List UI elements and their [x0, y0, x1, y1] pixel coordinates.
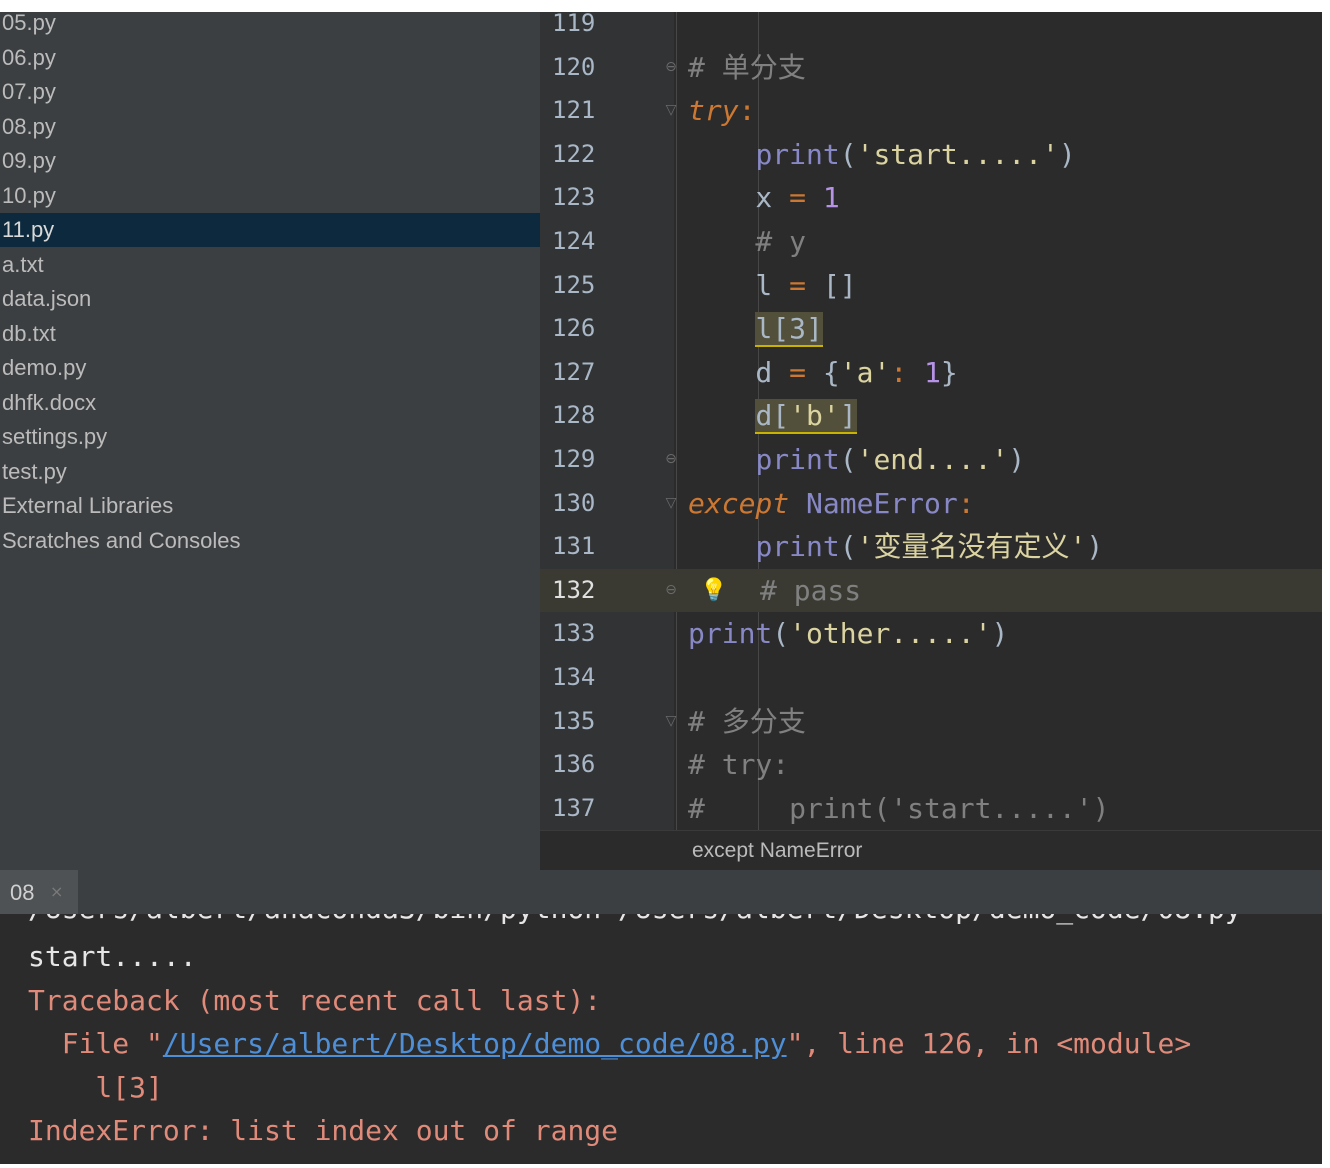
fold-marker-icon[interactable]: ▽	[664, 712, 678, 730]
console-traceback-header: Traceback (most recent call last):	[28, 984, 602, 1017]
code-text: # 多分支	[688, 704, 806, 738]
code-line[interactable]: 135 ▽ # 多分支	[540, 700, 1322, 744]
code-line[interactable]: 127 d = {'a': 1}	[540, 351, 1322, 395]
line-number: 128	[552, 401, 596, 430]
code-text: except NameError:	[688, 486, 975, 520]
code-text: l[3]	[755, 312, 823, 348]
file-tree-item[interactable]: 05.py	[0, 12, 540, 40]
line-number: 130	[552, 488, 596, 517]
file-link[interactable]: /Users/albert/Desktop/demo_code/08.py	[163, 1027, 787, 1060]
file-tree-item[interactable]: 07.py	[0, 75, 540, 109]
lightbulb-icon[interactable]: 💡	[700, 569, 727, 613]
code-line[interactable]: 120 ⊖ # 单分支	[540, 46, 1322, 90]
file-tree-item[interactable]: 11.py	[0, 213, 540, 247]
code-line[interactable]: 126 l[3]	[540, 307, 1322, 351]
code-line[interactable]: 136 # try:	[540, 743, 1322, 787]
code-line[interactable]: 122 print('start.....')	[540, 133, 1322, 177]
code-text: print('other.....')	[688, 617, 1009, 651]
file-tree-item[interactable]: Scratches and Consoles	[0, 524, 540, 558]
editor-breadcrumb[interactable]: except NameError	[540, 830, 1322, 871]
line-number: 134	[552, 663, 596, 691]
code-line[interactable]: 119	[540, 12, 1322, 46]
file-tree-item[interactable]: settings.py	[0, 420, 540, 454]
file-tree-item[interactable]: 08.py	[0, 110, 540, 144]
console-command-line: /Users/albert/anaconda3/bin/python /User…	[28, 914, 1242, 925]
code-line[interactable]: 124 # y	[540, 220, 1322, 264]
line-number: 127	[552, 357, 596, 386]
line-number: 133	[552, 619, 596, 648]
top-caption-strip	[0, 0, 1330, 12]
code-text: print('start.....')	[755, 137, 1076, 171]
file-tree-item[interactable]: External Libraries	[0, 489, 540, 523]
bottom-edge	[0, 1164, 1330, 1168]
line-number: 120	[552, 52, 596, 81]
right-edge	[1322, 12, 1330, 1168]
line-number: 135	[552, 706, 596, 735]
line-number: 126	[552, 314, 596, 343]
code-text: # y	[688, 225, 807, 258]
file-tree-item[interactable]: data.json	[0, 282, 540, 316]
console-traceback-file: File "/Users/albert/Desktop/demo_code/08…	[28, 1027, 1191, 1060]
fold-marker-icon[interactable]: ▽	[664, 494, 678, 512]
fold-marker-icon[interactable]: ⊖	[664, 58, 678, 76]
line-number: 123	[552, 183, 596, 212]
console-traceback-code: l[3]	[28, 1071, 163, 1104]
code-text: d = {'a': 1}	[688, 355, 958, 389]
code-line[interactable]: 125 l = []	[540, 264, 1322, 308]
file-tree-item[interactable]: 06.py	[0, 41, 540, 75]
file-prefix: File "	[28, 1027, 163, 1060]
code-text: # try:	[688, 748, 790, 782]
code-line[interactable]: 137 # print('start.....')	[540, 787, 1322, 830]
code-text: # print('start.....')	[688, 791, 1110, 825]
code-text: d['b']	[755, 399, 857, 435]
file-suffix: ", line 126, in <module>	[786, 1027, 1192, 1060]
console-error-message: IndexError: list index out of range	[28, 1114, 619, 1147]
code-text: l = []	[688, 268, 857, 302]
code-line[interactable]: 131 print('变量名没有定义')	[540, 525, 1322, 569]
file-tree-item[interactable]: 10.py	[0, 179, 540, 213]
code-line[interactable]: 134	[540, 656, 1322, 700]
line-number: 136	[552, 750, 596, 779]
line-number: 124	[552, 227, 596, 255]
file-tree-item[interactable]: test.py	[0, 455, 540, 489]
code-text: # 单分支	[688, 50, 806, 84]
code-line[interactable]: 121 ▽ try:	[540, 89, 1322, 133]
run-tab-label: 08	[10, 880, 35, 905]
close-icon[interactable]: ×	[50, 882, 63, 901]
code-text: # pass	[760, 573, 862, 607]
code-text: print('变量名没有定义')	[755, 530, 1104, 564]
code-line[interactable]: 133 print('other.....')	[540, 612, 1322, 656]
run-tool-window-bar: 08 ×	[0, 870, 1322, 914]
console-output-start: start.....	[28, 940, 197, 973]
code-text: x = 1	[688, 181, 840, 215]
code-text: try:	[688, 94, 756, 128]
file-tree-item[interactable]: 09.py	[0, 144, 540, 178]
file-tree-item[interactable]: dhfk.docx	[0, 386, 540, 420]
code-text: print('end....')	[755, 443, 1026, 476]
line-number: 137	[552, 793, 596, 822]
fold-marker-icon[interactable]: ⊖	[664, 581, 678, 599]
file-tree-item[interactable]: demo.py	[0, 351, 540, 385]
line-number: 119	[552, 12, 596, 37]
code-line[interactable]: 132 ⊖ # pass 💡	[540, 568, 1322, 613]
line-number: 129	[552, 445, 596, 473]
code-line[interactable]: 130 ▽ except NameError:	[540, 482, 1322, 526]
file-tree-item[interactable]: a.txt	[0, 248, 540, 282]
project-file-tree: 05.py 06.py 07.py 08.py 09.py 10.py 11.py a.txt…	[0, 12, 540, 870]
code-line[interactable]: 129 ⊖ print('end....')	[540, 438, 1322, 482]
code-line[interactable]: 123 x = 1	[540, 176, 1322, 220]
line-number: 125	[552, 270, 596, 299]
line-number: 132	[552, 575, 596, 604]
fold-marker-icon[interactable]: ⊖	[664, 450, 678, 468]
fold-marker-icon[interactable]: ▽	[664, 101, 678, 119]
run-tab-08[interactable]: 08 ×	[0, 870, 78, 914]
line-number: 131	[552, 532, 596, 561]
file-tree-item[interactable]: db.txt	[0, 317, 540, 351]
breadcrumb-label: except NameError	[692, 839, 863, 862]
run-console-output[interactable]: /Users/albert/anaconda3/bin/python /User…	[0, 914, 1322, 1164]
code-line[interactable]: 128 d['b']	[540, 394, 1322, 438]
line-number: 121	[552, 96, 596, 125]
code-editor[interactable]: 119 120 ⊖ # 单分支 121 ▽ try: 122 print('start....…	[540, 12, 1322, 830]
line-number: 122	[552, 139, 596, 168]
